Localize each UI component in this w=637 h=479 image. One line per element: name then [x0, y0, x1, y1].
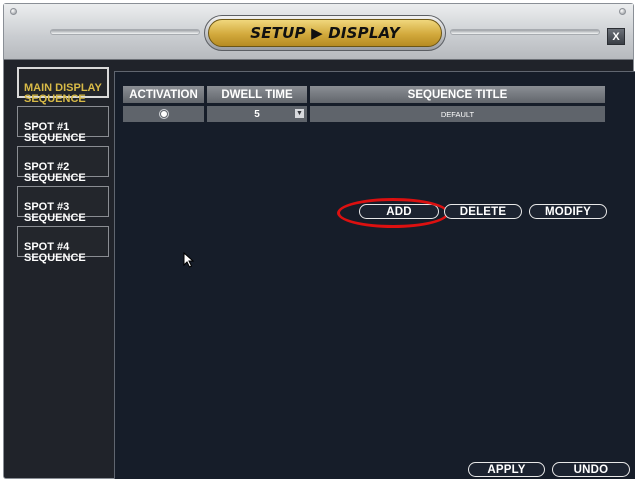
triangle-down-icon[interactable]: ▼: [295, 109, 304, 118]
title-badge-inner: SETUP ▶ DISPLAY: [208, 19, 442, 47]
title-bar: SETUP ▶ DISPLAY X: [4, 4, 633, 60]
sidebar-item-label: SPOT #4 SEQUENCE: [24, 241, 86, 264]
title-groove-left: [50, 29, 200, 35]
close-icon: X: [612, 30, 620, 43]
close-button[interactable]: X: [607, 28, 625, 45]
sidebar-item-spot1-sequence[interactable]: SPOT #1 SEQUENCE: [17, 106, 109, 144]
activation-cell[interactable]: [123, 106, 204, 122]
modify-button[interactable]: MODIFY: [529, 204, 607, 219]
sidebar-item-label: SPOT #2 SEQUENCE: [24, 161, 86, 184]
sidebar-item-spot4-sequence[interactable]: SPOT #4 SEQUENCE: [17, 226, 109, 264]
column-header-sequence-title[interactable]: SEQUENCE TITLE: [310, 86, 605, 103]
dwell-time-value: 5: [254, 108, 260, 120]
title-groove-right: [450, 29, 600, 35]
delete-button[interactable]: DELETE: [444, 204, 522, 219]
mouse-pointer-icon: [183, 252, 195, 268]
column-header-activation[interactable]: ACTIVATION: [123, 86, 204, 103]
undo-button[interactable]: UNDO: [552, 462, 630, 477]
dwell-time-select[interactable]: 5 ▼: [207, 106, 307, 122]
sidebar-item-label: SPOT #3 SEQUENCE: [24, 201, 86, 224]
sidebar-item-spot3-sequence[interactable]: SPOT #3 SEQUENCE: [17, 186, 109, 224]
sequence-title-cell[interactable]: DEFAULT: [310, 106, 605, 122]
sidebar-item-label: SPOT #1 SEQUENCE: [24, 121, 86, 144]
title-badge: SETUP ▶ DISPLAY: [204, 15, 446, 51]
apply-button[interactable]: APPLY: [468, 462, 545, 477]
sequence-title-value: DEFAULT: [440, 109, 475, 119]
sidebar-item-label: MAIN DISPLAY SEQUENCE: [24, 82, 102, 105]
activation-radio[interactable]: [159, 110, 168, 118]
add-highlight-circle: [337, 198, 449, 228]
setup-display-window: SETUP ▶ DISPLAY X MAIN DISPLAY SEQUENCE …: [3, 3, 635, 479]
rivet-right: [619, 8, 626, 15]
page-title: SETUP ▶ DISPLAY: [250, 24, 400, 42]
sidebar-item-main-display-sequence[interactable]: MAIN DISPLAY SEQUENCE: [17, 67, 109, 105]
rivet-left: [10, 8, 17, 15]
column-header-dwell-time[interactable]: DWELL TIME: [207, 86, 307, 103]
sidebar-item-spot2-sequence[interactable]: SPOT #2 SEQUENCE: [17, 146, 109, 184]
content-panel: [114, 71, 635, 479]
